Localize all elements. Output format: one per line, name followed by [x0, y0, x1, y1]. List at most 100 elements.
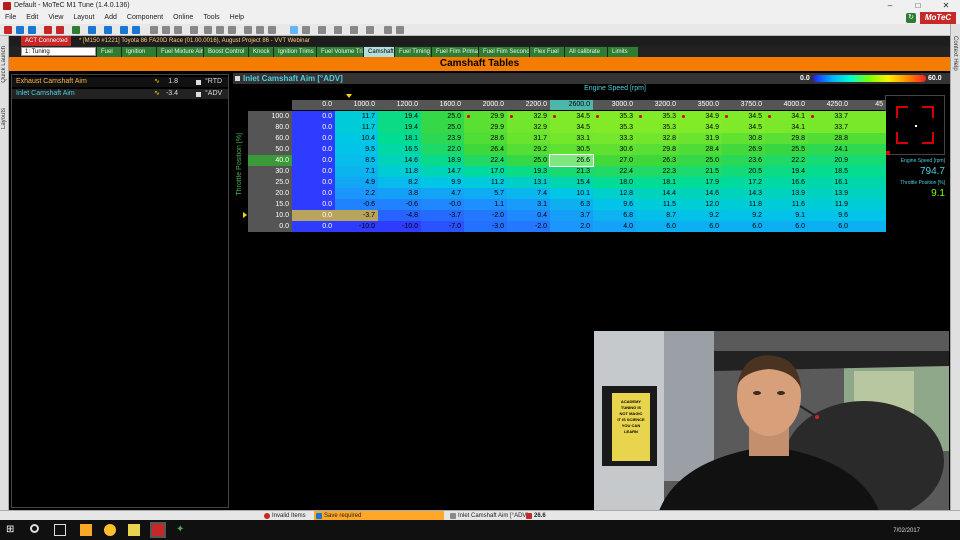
table-cell[interactable]: 31.7 [507, 133, 550, 144]
table-cell[interactable]: 1.1 [464, 199, 507, 210]
y-axis-header[interactable]: 60.0 [248, 133, 292, 144]
table-cell[interactable]: 0.0 [292, 210, 335, 221]
table-cell[interactable]: 14.6 [679, 188, 722, 199]
table-cell[interactable]: 19.4 [765, 166, 808, 177]
tab-camshaft[interactable]: Camshaft [364, 47, 394, 57]
table-cell[interactable]: 33.7 [808, 111, 851, 122]
workspace-select[interactable]: 1: Tuning [21, 47, 96, 56]
x-axis-header[interactable]: 0.0 [292, 100, 335, 110]
table-cell[interactable]: 29.8 [636, 144, 679, 155]
tab-all-calibrate[interactable]: All calibrate [565, 47, 607, 57]
table-cell[interactable]: -10.0 [378, 221, 421, 232]
table-cell[interactable]: 20.5 [722, 166, 765, 177]
select-icon[interactable] [190, 26, 198, 34]
table-cell[interactable]: 32.9 [507, 122, 550, 133]
table-cell[interactable]: 18.0 [593, 177, 636, 188]
table-cell[interactable]: 26.6 [549, 154, 594, 167]
search-icon[interactable] [30, 524, 39, 533]
windows-start-icon[interactable]: ⊞ [6, 524, 18, 536]
table-cell[interactable]: 9.6 [593, 199, 636, 210]
table-cell[interactable]: 30.6 [593, 144, 636, 155]
tab-knock[interactable]: Knock [249, 47, 273, 57]
smooth-icon[interactable] [256, 26, 264, 34]
file-explorer-icon[interactable] [80, 524, 92, 536]
table-cell-clipped[interactable] [851, 133, 886, 144]
table-cell[interactable]: 26.3 [636, 155, 679, 166]
table-cell-clipped[interactable] [851, 166, 886, 177]
table-cell[interactable]: 22.3 [636, 166, 679, 177]
table-cell[interactable]: 8.7 [636, 210, 679, 221]
menu-item[interactable]: Help [225, 12, 249, 24]
more-icon[interactable] [396, 26, 404, 34]
table-cell[interactable]: -0.6 [335, 199, 378, 210]
table-cell[interactable]: 25.0 [421, 122, 464, 133]
table-cell[interactable]: 0.0 [292, 122, 335, 133]
table-cell[interactable]: 35.3 [593, 122, 636, 133]
table-cell[interactable]: 33.1 [550, 133, 593, 144]
table-cell[interactable]: 4.7 [421, 188, 464, 199]
table-cell[interactable]: 7.1 [335, 166, 378, 177]
axis-icon[interactable] [318, 26, 326, 34]
context-help-tab[interactable]: Context Help [952, 36, 958, 71]
tab-ignition-trims[interactable]: Ignition Trims [274, 47, 316, 57]
save-icon[interactable] [28, 26, 36, 34]
table-cell[interactable]: 34.1 [765, 111, 808, 122]
motec-taskbar-icon[interactable] [150, 522, 166, 538]
table-cell[interactable]: -0.6 [378, 199, 421, 210]
table-cell[interactable]: 34.5 [550, 111, 593, 122]
table-cell[interactable]: 19.3 [507, 166, 550, 177]
interpolate-icon[interactable] [244, 26, 252, 34]
open-icon[interactable] [16, 26, 24, 34]
add-icon[interactable] [204, 26, 212, 34]
x-axis-header[interactable]: 1000.0 [335, 100, 378, 110]
table-cell[interactable]: 6.3 [550, 199, 593, 210]
table-cell-clipped[interactable] [851, 144, 886, 155]
table-cell[interactable]: 14.4 [636, 188, 679, 199]
table-cell[interactable]: 26.4 [464, 144, 507, 155]
table-cell[interactable]: 22.4 [464, 155, 507, 166]
table-cell[interactable]: 26.9 [722, 144, 765, 155]
download-icon[interactable] [56, 26, 64, 34]
table-icon[interactable] [302, 26, 310, 34]
table-cell[interactable]: 29.9 [464, 111, 507, 122]
menu-item[interactable]: Layout [68, 12, 99, 24]
table-cell[interactable]: 23.9 [421, 133, 464, 144]
table-cell[interactable]: 6.8 [593, 210, 636, 221]
table-cell[interactable]: 34.5 [550, 122, 593, 133]
tab-fuel-film-secondary[interactable]: Fuel Film Secondary [479, 47, 529, 57]
paint-icon[interactable] [128, 524, 140, 536]
x-axis-header[interactable]: 4000.0 [765, 100, 808, 110]
tab-boost-control[interactable]: Boost Control [204, 47, 248, 57]
fill-icon[interactable] [268, 26, 276, 34]
table-cell[interactable]: -4.8 [378, 210, 421, 221]
tab-fuel-volume-trim[interactable]: Fuel Volume Trim [317, 47, 363, 57]
table-cell[interactable]: 35.3 [636, 111, 679, 122]
table-cell[interactable]: 33.3 [593, 133, 636, 144]
x-axis-header[interactable]: 2600.0 [550, 100, 593, 110]
y-axis-header[interactable]: 100.0 [248, 111, 292, 122]
redo-icon[interactable] [132, 26, 140, 34]
table-cell[interactable]: 11.2 [464, 177, 507, 188]
table-cell[interactable]: 6.0 [636, 221, 679, 232]
undo-icon[interactable] [120, 26, 128, 34]
table-cell[interactable]: 34.9 [679, 111, 722, 122]
table-cell[interactable]: 3.8 [378, 188, 421, 199]
table-cell[interactable]: 19.4 [378, 111, 421, 122]
table-cell[interactable]: 19.4 [378, 122, 421, 133]
table-cell[interactable]: -3.7 [335, 210, 378, 221]
table-cell[interactable]: 4.9 [335, 177, 378, 188]
y-axis-header[interactable]: 20.0 [248, 188, 292, 199]
menu-item[interactable]: Add [99, 12, 121, 24]
table-cell[interactable]: 0.0 [292, 166, 335, 177]
table-cell[interactable]: 11.7 [335, 111, 378, 122]
table-cell[interactable]: 10.4 [335, 133, 378, 144]
table-cell-clipped[interactable] [851, 210, 886, 221]
table-cell[interactable]: 7.4 [507, 188, 550, 199]
x-axis-header[interactable]: 4250.0 [808, 100, 851, 110]
table-cell[interactable]: 11.9 [808, 199, 851, 210]
table-cell[interactable]: 13.1 [507, 177, 550, 188]
table-cell[interactable]: 11.6 [765, 199, 808, 210]
upload-icon[interactable] [44, 26, 52, 34]
table-cell[interactable]: 6.0 [765, 221, 808, 232]
grid-icon[interactable] [384, 26, 392, 34]
